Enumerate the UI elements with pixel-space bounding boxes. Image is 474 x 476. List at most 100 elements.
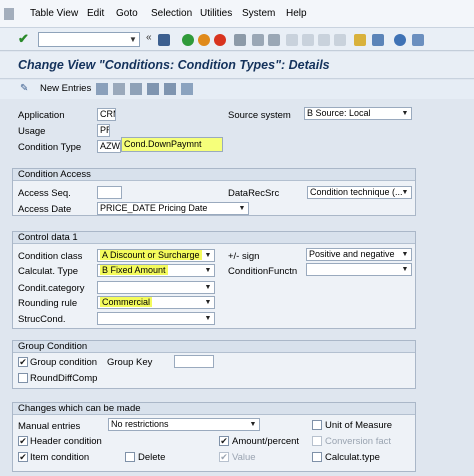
application-toolbar: ✎ New Entries [0, 80, 474, 99]
usage-label: Usage [18, 126, 46, 137]
access-date-select[interactable]: PRICE_DATE Pricing Date ▼ [97, 202, 249, 215]
sign-select[interactable]: Positive and negative ▼ [306, 248, 412, 261]
first-page-icon[interactable] [286, 34, 298, 46]
save-icon[interactable] [158, 34, 170, 46]
command-field[interactable] [38, 32, 140, 47]
dropdown-arrow-icon: ▼ [249, 421, 257, 428]
dropdown-arrow-icon: ▼ [401, 266, 409, 273]
group-condition-label: Group condition [30, 357, 98, 368]
display-change-icon[interactable]: ✎ [20, 83, 32, 95]
header-condition-checkbox[interactable]: ✔ [18, 436, 28, 446]
new-entries-button[interactable]: New Entries [40, 83, 91, 94]
access-seq-field[interactable] [97, 186, 122, 199]
menu-help[interactable]: Help [286, 8, 307, 19]
condition-class-label: Condition class [18, 251, 83, 262]
manual-entries-label: Manual entries [18, 421, 81, 432]
standard-toolbar: ✔ ▼ « [0, 28, 474, 51]
cond-category-label: Condit.category [18, 283, 85, 294]
select-block-icon[interactable] [164, 83, 176, 95]
cond-function-label: ConditionFunctn [228, 266, 298, 277]
manual-entries-select[interactable]: No restrictions ▼ [108, 418, 260, 431]
item-condition-label: Item condition [30, 452, 90, 463]
last-page-icon[interactable] [334, 34, 346, 46]
customize-layout-icon[interactable] [412, 34, 424, 46]
amount-percent-label: Amount/percent [232, 436, 300, 447]
undo-icon[interactable] [130, 83, 142, 95]
rounding-rule-select[interactable]: Commercial ▼ [97, 296, 215, 309]
group-key-field[interactable] [174, 355, 214, 368]
amount-percent-checkbox[interactable]: ✔ [219, 436, 229, 446]
calc-type-select[interactable]: B Fixed Amount ▼ [97, 264, 215, 277]
control-data-title: Control data 1 [13, 232, 415, 244]
find-next-icon[interactable] [268, 34, 280, 46]
print-icon[interactable] [234, 34, 246, 46]
exit-icon[interactable] [198, 34, 210, 46]
datarecsrc-label: DataRecSrc [228, 188, 280, 199]
source-system-label: Source system [228, 110, 291, 121]
delete-icon[interactable] [113, 83, 125, 95]
condition-type-description[interactable]: Cond.DownPaymnt [121, 137, 223, 152]
cond-category-select[interactable]: ▼ [97, 281, 215, 294]
dropdown-arrow-icon: ▼ [204, 267, 212, 274]
application-field: CRM [97, 108, 116, 121]
delete-label: Delete [138, 452, 166, 463]
dropdown-arrow-icon: ▼ [401, 189, 409, 196]
struc-cond-label: StrucCond. [18, 314, 66, 325]
double-left-icon[interactable]: « [146, 32, 152, 43]
back-icon[interactable] [182, 34, 194, 46]
value-checkbox: ✔ [219, 452, 229, 462]
menu-table-view[interactable]: Table View [30, 8, 78, 19]
changes-title: Changes which can be made [13, 403, 415, 415]
create-session-icon[interactable] [354, 34, 366, 46]
shortcut-icon[interactable] [372, 34, 384, 46]
conversion-fact-label: Conversion fact [325, 436, 392, 447]
copy-icon[interactable] [96, 83, 108, 95]
next-page-icon[interactable] [318, 34, 330, 46]
cond-function-select[interactable]: ▼ [306, 263, 412, 276]
unit-of-measure-label: Unit of Measure [325, 420, 393, 431]
page-title: Change View "Conditions: Condition Types… [18, 58, 330, 72]
source-system-select[interactable]: B Source: Local ▼ [304, 107, 412, 120]
item-condition-checkbox[interactable]: ✔ [18, 452, 28, 462]
prev-page-icon[interactable] [302, 34, 314, 46]
calc-type-checkbox[interactable] [312, 452, 322, 462]
select-all-icon[interactable] [147, 83, 159, 95]
usage-field: PR [97, 124, 110, 137]
dropdown-arrow-icon: ▼ [204, 315, 212, 322]
enter-checkmark-icon[interactable]: ✔ [18, 31, 29, 47]
application-label: Application [18, 110, 65, 121]
round-diff-checkbox[interactable] [18, 373, 28, 383]
menu-utilities[interactable]: Utilities [200, 8, 232, 19]
title-bar: Change View "Conditions: Condition Types… [0, 52, 474, 79]
group-condition-title: Group Condition [13, 341, 415, 353]
condition-class-select[interactable]: A Discount or Surcharge ▼ [97, 249, 215, 262]
help-icon[interactable] [394, 34, 406, 46]
cancel-icon[interactable] [214, 34, 226, 46]
menu-goto[interactable]: Goto [116, 8, 138, 19]
condition-type-label: Condition Type [18, 142, 82, 153]
condition-type-code: AZWA [97, 140, 121, 153]
dropdown-arrow-icon: ▼ [204, 299, 212, 306]
delete-checkbox[interactable] [125, 452, 135, 462]
command-history-arrow-icon[interactable]: ▼ [126, 32, 140, 47]
struc-cond-select[interactable]: ▼ [97, 312, 215, 325]
dropdown-arrow-icon: ▼ [238, 205, 246, 212]
header-condition-label: Header condition [30, 436, 102, 447]
deselect-all-icon[interactable] [181, 83, 193, 95]
group-condition-checkbox[interactable]: ✔ [18, 357, 28, 367]
find-icon[interactable] [252, 34, 264, 46]
dropdown-arrow-icon: ▼ [401, 251, 409, 258]
value-label: Value [232, 452, 256, 463]
datarecsrc-select[interactable]: Condition technique (... ▼ [307, 186, 412, 199]
menu-grip-icon [4, 8, 14, 20]
calc-type-change-label: Calculat.type [325, 452, 380, 463]
sign-label: +/- sign [228, 251, 260, 262]
dropdown-arrow-icon: ▼ [204, 284, 212, 291]
round-diff-label: RoundDiffComp [30, 373, 98, 384]
menu-selection[interactable]: Selection [151, 8, 192, 19]
access-seq-label: Access Seq. [18, 188, 71, 199]
menu-edit[interactable]: Edit [87, 8, 104, 19]
unit-of-measure-checkbox[interactable] [312, 420, 322, 430]
group-key-label: Group Key [107, 357, 153, 368]
menu-system[interactable]: System [242, 8, 275, 19]
